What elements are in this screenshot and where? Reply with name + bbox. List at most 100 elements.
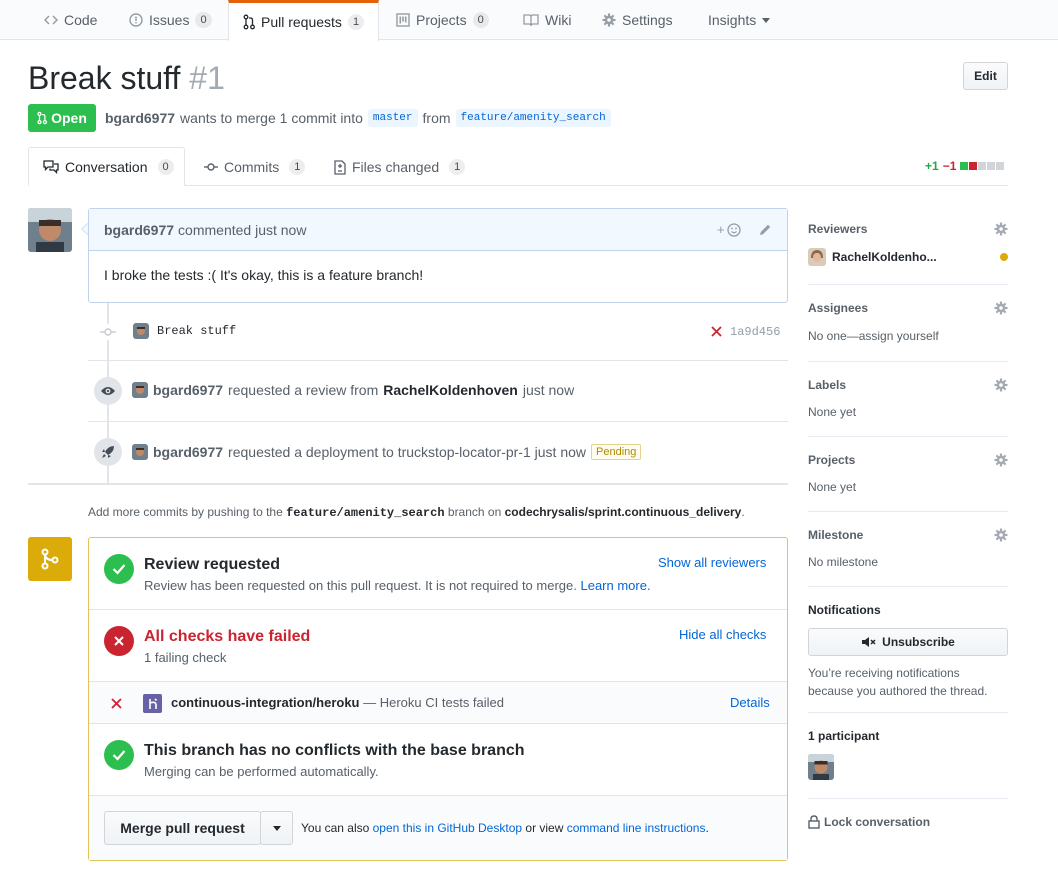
review-event-user[interactable]: bgard6977 <box>153 382 223 398</box>
gear-icon[interactable] <box>994 222 1008 236</box>
nav-tab-issues[interactable]: Issues 0 <box>129 0 212 40</box>
check-row: continuous-integration/heroku — Heroku C… <box>89 682 787 724</box>
push-hint-end: . <box>741 505 745 519</box>
reviewer-name[interactable]: RachelKoldenho... <box>832 250 937 264</box>
review-event-target[interactable]: RachelKoldenhoven <box>383 382 518 398</box>
sidebar-divider <box>808 284 1008 285</box>
deletions-count: −1 <box>942 159 957 173</box>
x-circle-icon <box>104 626 134 656</box>
comment-box: bgard6977 commented just now + I broke t… <box>88 208 788 303</box>
sidebar-divider <box>808 586 1008 587</box>
notifications-label: Notifications <box>808 603 881 617</box>
assignees-value[interactable]: No one—assign yourself <box>808 329 1008 343</box>
review-sub-text: Review has been requested on this pull r… <box>144 578 577 593</box>
checks-title: All checks have failed <box>144 628 311 645</box>
show-reviewers-link[interactable]: Show all reviewers <box>658 555 766 570</box>
pr-state-badge: Open <box>28 104 96 132</box>
sidebar-labels: Labels None yet <box>808 378 1008 419</box>
diffstat-blocks <box>960 162 1005 170</box>
pr-author-link[interactable]: bgard6977 <box>105 110 175 126</box>
gear-icon[interactable] <box>994 528 1008 542</box>
sidebar-participants: 1 participant <box>808 729 1008 780</box>
check-name: continuous-integration/heroku <box>171 695 360 710</box>
check-circle-icon <box>104 554 134 584</box>
merge-actions: Merge pull request You can also open thi… <box>89 796 787 860</box>
nav-tab-insights[interactable]: Insights <box>708 0 771 40</box>
comment-discussion-icon <box>43 159 59 174</box>
push-hint: Add more commits by pushing to the featu… <box>88 505 745 520</box>
learn-more-link[interactable]: Learn more. <box>580 578 650 593</box>
sidebar-milestone: Milestone No milestone <box>808 528 1008 569</box>
avatar[interactable] <box>133 323 149 339</box>
base-branch[interactable]: master <box>367 109 418 127</box>
timeline-end-divider <box>28 483 788 485</box>
avatar[interactable] <box>132 444 148 460</box>
check-details-link[interactable]: Details <box>730 695 770 710</box>
nav-tab-settings[interactable]: Settings <box>602 0 673 40</box>
issues-counter: 0 <box>195 12 212 28</box>
review-request-event: bgard6977 requested a review from Rachel… <box>132 382 574 398</box>
labels-heading: Labels <box>808 378 1008 392</box>
review-event-time[interactable]: just now <box>523 382 574 398</box>
merge-method-dropdown[interactable] <box>260 811 293 845</box>
desktop-link[interactable]: open this in GitHub Desktop <box>373 821 522 835</box>
tab-files-changed[interactable]: Files changed 1 <box>334 159 466 175</box>
sidebar-divider <box>808 798 1008 799</box>
nav-code-label: Code <box>64 12 98 28</box>
heroku-logo-icon <box>143 694 162 713</box>
checks-subtitle: 1 failing check <box>144 650 227 665</box>
pr-title: Break stuff #1 <box>28 58 225 98</box>
nav-tab-wiki[interactable]: Wiki <box>523 0 571 40</box>
tab-commits[interactable]: Commits 1 <box>204 159 306 175</box>
gear-icon[interactable] <box>994 453 1008 467</box>
nav-tab-projects[interactable]: Projects 0 <box>396 0 489 40</box>
reviewer-row[interactable]: RachelKoldenho... <box>808 248 1008 266</box>
sidebar-divider <box>808 712 1008 713</box>
deploy-status-badge: Pending <box>591 444 642 460</box>
check-desc: — Heroku CI tests failed <box>363 695 505 710</box>
pencil-icon[interactable] <box>758 223 772 237</box>
edit-title-button[interactable]: Edit <box>963 62 1008 90</box>
commit-sha[interactable]: 1a9d456 <box>730 325 780 339</box>
milestone-label: Milestone <box>808 528 864 542</box>
comment-author[interactable]: bgard6977 <box>104 222 174 238</box>
x-fail-icon[interactable] <box>711 326 722 337</box>
add-reaction-icon[interactable]: + <box>717 222 743 238</box>
avatar[interactable] <box>808 754 834 780</box>
review-subtitle: Review has been requested on this pull r… <box>144 578 651 593</box>
avatar[interactable] <box>28 208 72 252</box>
mute-icon <box>861 636 877 648</box>
milestone-value: No milestone <box>808 555 879 569</box>
comment-body: I broke the tests :( It's okay, this is … <box>104 267 424 283</box>
gear-icon[interactable] <box>994 301 1008 315</box>
cli-instructions-link[interactable]: command line instructions <box>567 821 706 835</box>
avatar[interactable] <box>808 248 826 266</box>
lock-conversation-link[interactable]: Lock conversation <box>808 815 1008 829</box>
avatar[interactable] <box>132 382 148 398</box>
reviewers-label: Reviewers <box>808 222 868 236</box>
comment-action[interactable]: commented just now <box>178 222 306 238</box>
push-hint-branch: feature/amenity_search <box>286 506 445 520</box>
labels-value: None yet <box>808 405 857 419</box>
gear-icon[interactable] <box>994 378 1008 392</box>
deploy-event-user[interactable]: bgard6977 <box>153 444 223 460</box>
gear-icon <box>602 13 616 27</box>
projects-heading: Projects <box>808 453 1008 467</box>
milestone-heading: Milestone <box>808 528 1008 542</box>
book-icon <box>523 13 539 27</box>
hide-checks-link[interactable]: Hide all checks <box>679 627 766 642</box>
unsubscribe-button[interactable]: Unsubscribe <box>808 628 1008 656</box>
nav-tab-pull-requests[interactable]: Pull requests 1 <box>228 0 380 41</box>
head-branch[interactable]: feature/amenity_search <box>455 109 611 127</box>
conflicts-section: This branch has no conflicts with the ba… <box>89 724 787 796</box>
sidebar-notifications: Notifications Unsubscribe You’re receivi… <box>808 603 1008 700</box>
tab-conversation[interactable]: Conversation 0 <box>28 147 185 186</box>
merge-button[interactable]: Merge pull request <box>104 811 261 845</box>
project-icon <box>396 13 410 27</box>
git-pull-request-icon <box>243 14 255 30</box>
commit-message[interactable]: Break stuff <box>157 324 236 338</box>
also-pre: You can also <box>301 821 370 835</box>
tab-files-label: Files changed <box>352 159 440 175</box>
nav-tab-code[interactable]: Code <box>44 0 97 40</box>
additions-count: +1 <box>925 159 939 173</box>
